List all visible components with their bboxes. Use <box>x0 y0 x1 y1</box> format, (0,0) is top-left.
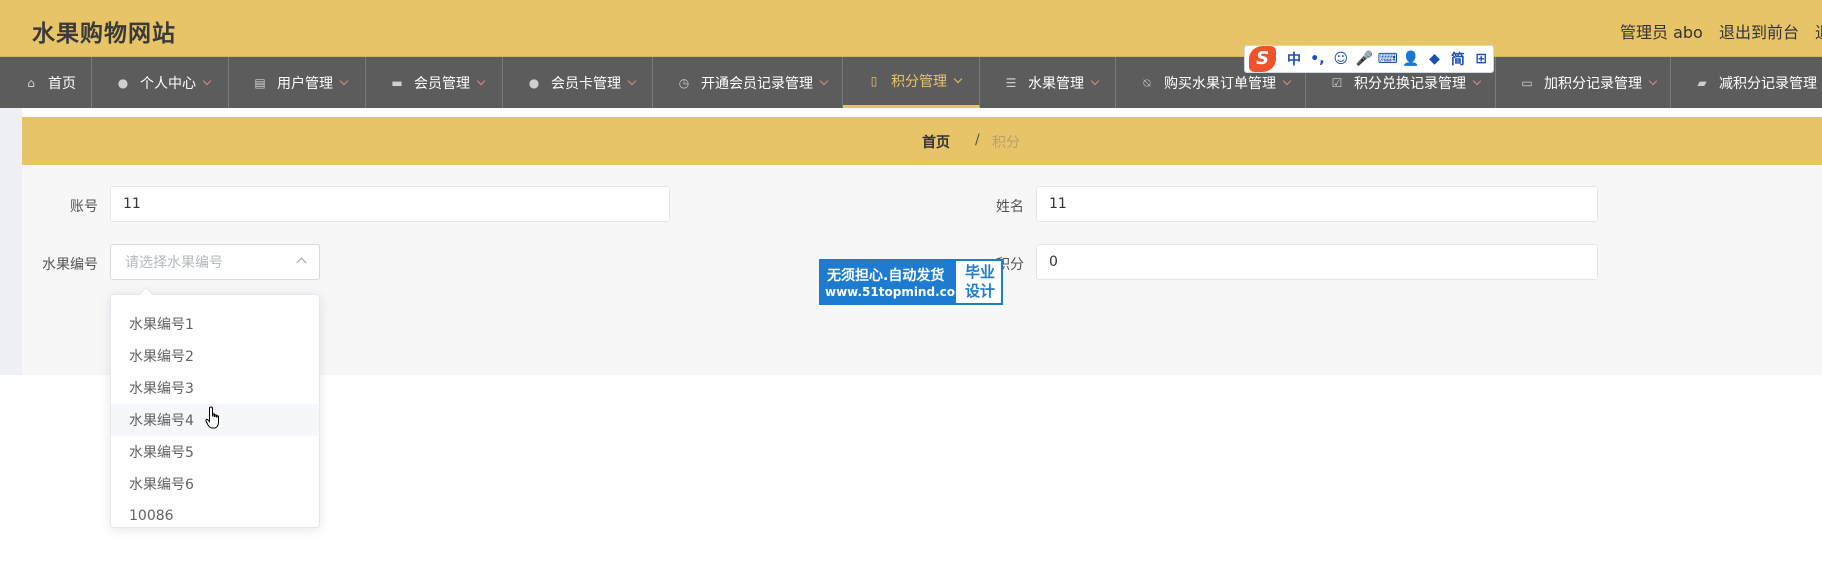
chevron-down-icon <box>1648 76 1658 85</box>
watermark-badge: 无须担心.自动发货 www.51topmind.com 毕业 设计 <box>819 259 1003 305</box>
fruit-number-placeholder: 请选择水果编号 <box>125 255 223 271</box>
nav-item-member-open-records[interactable]: ◷ 开通会员记录管理 <box>653 57 843 108</box>
nav-item-member-management[interactable]: ▬ 会员管理 <box>366 57 503 108</box>
breadcrumb: 首页 / 积分 <box>22 117 1822 165</box>
nav-item-points-management[interactable]: ▯ 积分管理 <box>843 57 980 108</box>
sliders-icon: ☰ <box>1005 75 1017 90</box>
user-icon: ● <box>528 75 540 90</box>
watermark-text-bottom: 设计 <box>964 282 995 300</box>
nav-item-reduce-points-records[interactable]: ▰ 减积分记录管理 <box>1671 57 1822 108</box>
fruit-number-select[interactable]: 请选择水果编号 <box>110 244 320 280</box>
account-field[interactable]: 11 <box>110 186 670 222</box>
hand-cursor-icon <box>205 406 219 429</box>
skin-icon[interactable]: ◆ <box>1423 51 1446 67</box>
watermark-text-top: 毕业 <box>964 263 995 281</box>
exit-to-front-link[interactable]: 退出到前台 <box>1719 19 1799 43</box>
chart-icon: ▤ <box>254 75 266 90</box>
chat-icon: ▬ <box>391 75 403 90</box>
chevron-down-icon <box>476 76 486 85</box>
nav-item-fruit-management[interactable]: ☰ 水果管理 <box>980 57 1116 108</box>
watermark-left-panel: 无须担心.自动发货 www.51topmind.com <box>821 261 968 303</box>
account-label: 账号 <box>70 199 98 215</box>
chevron-down-icon <box>953 74 963 84</box>
nav-label: 用户管理 <box>277 75 333 92</box>
admin-label[interactable]: 管理员 abo <box>1620 19 1703 43</box>
nav-item-add-points-records[interactable]: ▭ 加积分记录管理 <box>1496 57 1671 108</box>
nav-label: 积分兑换记录管理 <box>1354 75 1466 92</box>
breadcrumb-current: 积分 <box>992 135 1020 151</box>
logout-link-partial[interactable]: 退 <box>1815 19 1822 43</box>
chevron-down-icon <box>1282 76 1292 85</box>
dropdown-option[interactable]: 10086 <box>111 500 319 532</box>
nav-label: 积分管理 <box>891 74 947 90</box>
punctuation-icon[interactable]: •, <box>1306 51 1329 67</box>
nav-label: 开通会员记录管理 <box>701 75 813 92</box>
nav-item-home[interactable]: ⌂ 首页 <box>0 57 92 108</box>
sogou-logo-icon[interactable]: S <box>1249 46 1277 72</box>
chevron-down-icon <box>1090 76 1100 85</box>
dropdown-option[interactable]: 水果编号1 <box>111 308 319 340</box>
watermark-url: www.51topmind.com <box>825 285 968 299</box>
microphone-icon[interactable]: 🎤 <box>1353 51 1376 67</box>
camera-icon: ▰ <box>1697 75 1707 90</box>
dropdown-option[interactable]: 水果编号3 <box>111 372 319 404</box>
nav-item-member-card-management[interactable]: ● 会员卡管理 <box>503 57 653 108</box>
breadcrumb-separator: / <box>975 132 980 148</box>
fruit-number-label: 水果编号 <box>42 257 98 273</box>
emoji-icon[interactable]: ☺ <box>1329 51 1352 67</box>
breadcrumb-home[interactable]: 首页 <box>922 132 950 152</box>
left-gutter <box>0 108 22 375</box>
chevron-down-icon <box>1472 76 1482 85</box>
nav-label: 减积分记录管理 <box>1719 75 1817 92</box>
nav-label: 会员卡管理 <box>551 75 621 92</box>
clock-icon: ◷ <box>678 75 690 90</box>
site-title: 水果购物网站 <box>32 21 176 47</box>
top-header: 水果购物网站 管理员 abo 退出到前台 退 <box>0 0 1822 57</box>
monitor-icon: ▭ <box>1521 75 1533 90</box>
keyboard-icon[interactable]: ⌨ <box>1376 51 1399 67</box>
nav-label: 加积分记录管理 <box>1544 75 1642 92</box>
user-icon: ● <box>117 75 129 90</box>
points-field[interactable]: 0 <box>1036 244 1598 280</box>
chevron-down-icon <box>202 76 212 85</box>
chevron-down-icon <box>627 76 637 85</box>
checklist-icon: ☑ <box>1331 75 1343 90</box>
home-icon: ⌂ <box>27 75 35 90</box>
toolbox-icon[interactable]: ⊞ <box>1470 51 1493 67</box>
chevron-up-icon <box>296 257 307 268</box>
nav-item-user-management[interactable]: ▤ 用户管理 <box>229 57 366 108</box>
dropdown-option[interactable]: 水果编号2 <box>111 340 319 372</box>
dropdown-option[interactable]: 水果编号6 <box>111 468 319 500</box>
nav-label: 购买水果订单管理 <box>1164 75 1276 92</box>
chinese-mode-icon[interactable]: 中 <box>1282 49 1305 69</box>
tag-icon: ▯ <box>870 74 878 88</box>
bell-off-icon: ⍉ <box>1143 75 1151 90</box>
watermark-right-panel: 毕业 设计 <box>959 263 1001 301</box>
watermark-slogan: 无须担心.自动发货 <box>827 268 945 284</box>
chevron-down-icon <box>339 76 349 85</box>
ime-toolbar[interactable]: S 中 •, ☺ 🎤 ⌨ 👤 ◆ 简 ⊞ <box>1244 45 1494 73</box>
name-label: 姓名 <box>996 199 1024 215</box>
nav-label: 水果管理 <box>1028 75 1084 92</box>
main-nav: ⌂ 首页 ● 个人中心 ▤ 用户管理 ▬ 会员管理 ● 会员卡管理 ◷ 开通会员… <box>0 57 1822 108</box>
nav-item-personal-center[interactable]: ● 个人中心 <box>92 57 229 108</box>
chevron-down-icon <box>819 76 829 85</box>
nav-label: 个人中心 <box>140 75 196 92</box>
nav-label: 会员管理 <box>414 75 470 92</box>
dropdown-option[interactable]: 水果编号5 <box>111 436 319 468</box>
user-account-icon[interactable]: 👤 <box>1399 51 1422 67</box>
nav-label: 首页 <box>48 75 76 92</box>
simplified-icon[interactable]: 简 <box>1446 49 1469 69</box>
name-field[interactable]: 11 <box>1036 186 1598 222</box>
